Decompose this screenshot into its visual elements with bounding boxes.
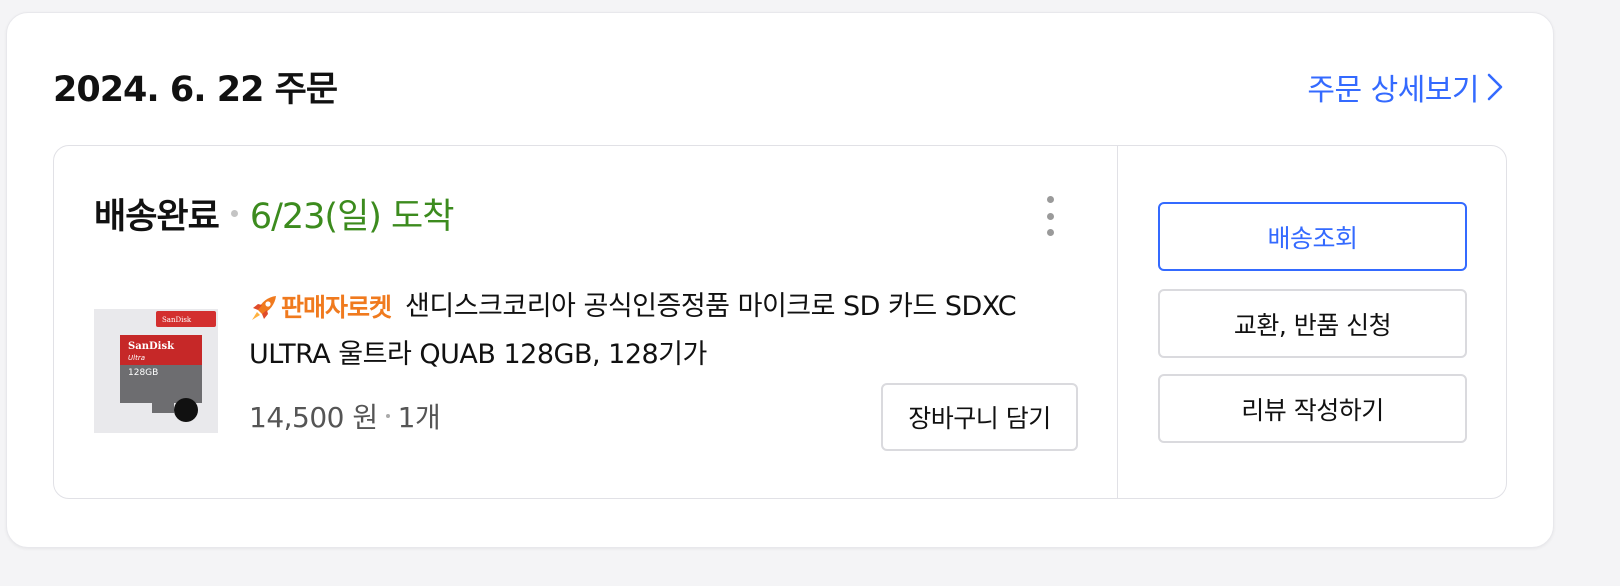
seller-rocket-badge: 판매자로켓 — [249, 284, 392, 331]
add-to-cart-button[interactable]: 장바구니 담기 — [881, 383, 1078, 451]
seller-rocket-label: 판매자로켓 — [281, 293, 392, 322]
store-badge-text: SanDisk — [162, 316, 192, 324]
order-detail-link-label: 주문 상세보기 — [1307, 73, 1479, 108]
order-date-title: 2024. 6. 22 주문 — [53, 70, 338, 110]
order-card: 2024. 6. 22 주문 주문 상세보기 배송완료 6/23(일) 도착 S… — [6, 12, 1554, 548]
chevron-right-icon — [1487, 73, 1503, 101]
exchange-return-button[interactable]: 교환, 반품 신청 — [1158, 289, 1467, 358]
delivery-status-label: 배송완료 — [94, 197, 220, 237]
shipment-details: 배송완료 6/23(일) 도착 SanDisk SanDisk Ultra 12… — [54, 146, 1118, 498]
sd-card-image: SanDisk SanDisk Ultra 128GB — [94, 309, 218, 433]
capacity-text: 128GB — [128, 368, 158, 378]
separator-dot — [385, 414, 390, 418]
brand-text: SanDisk — [128, 341, 175, 352]
track-delivery-button[interactable]: 배송조회 — [1158, 202, 1467, 271]
more-options-icon[interactable] — [1040, 196, 1060, 236]
shipment-box: 배송완료 6/23(일) 도착 SanDisk SanDisk Ultra 12… — [53, 145, 1507, 499]
rocket-icon — [252, 295, 276, 320]
product-price: 14,500 원 — [249, 401, 378, 434]
arrival-date: 6/23(일) 도착 — [249, 197, 455, 237]
action-buttons: 배송조회 교환, 반품 신청 리뷰 작성하기 — [1118, 146, 1506, 498]
separator-dot — [230, 210, 238, 217]
write-review-button[interactable]: 리뷰 작성하기 — [1158, 374, 1467, 443]
line-text: Ultra — [128, 354, 145, 362]
order-detail-link[interactable]: 주문 상세보기 — [1307, 65, 1503, 109]
product-thumbnail[interactable]: SanDisk SanDisk Ultra 128GB — [94, 309, 218, 433]
product-title[interactable]: 판매자로켓 샌디스크코리아 공식인증정품 마이크로 SD 카드 SDXC ULT… — [249, 283, 1089, 378]
delivery-status: 배송완료 6/23(일) 도착 — [94, 188, 455, 239]
product-quantity: 1개 — [397, 401, 441, 434]
price-quantity: 14,500 원 1개 — [249, 396, 441, 436]
